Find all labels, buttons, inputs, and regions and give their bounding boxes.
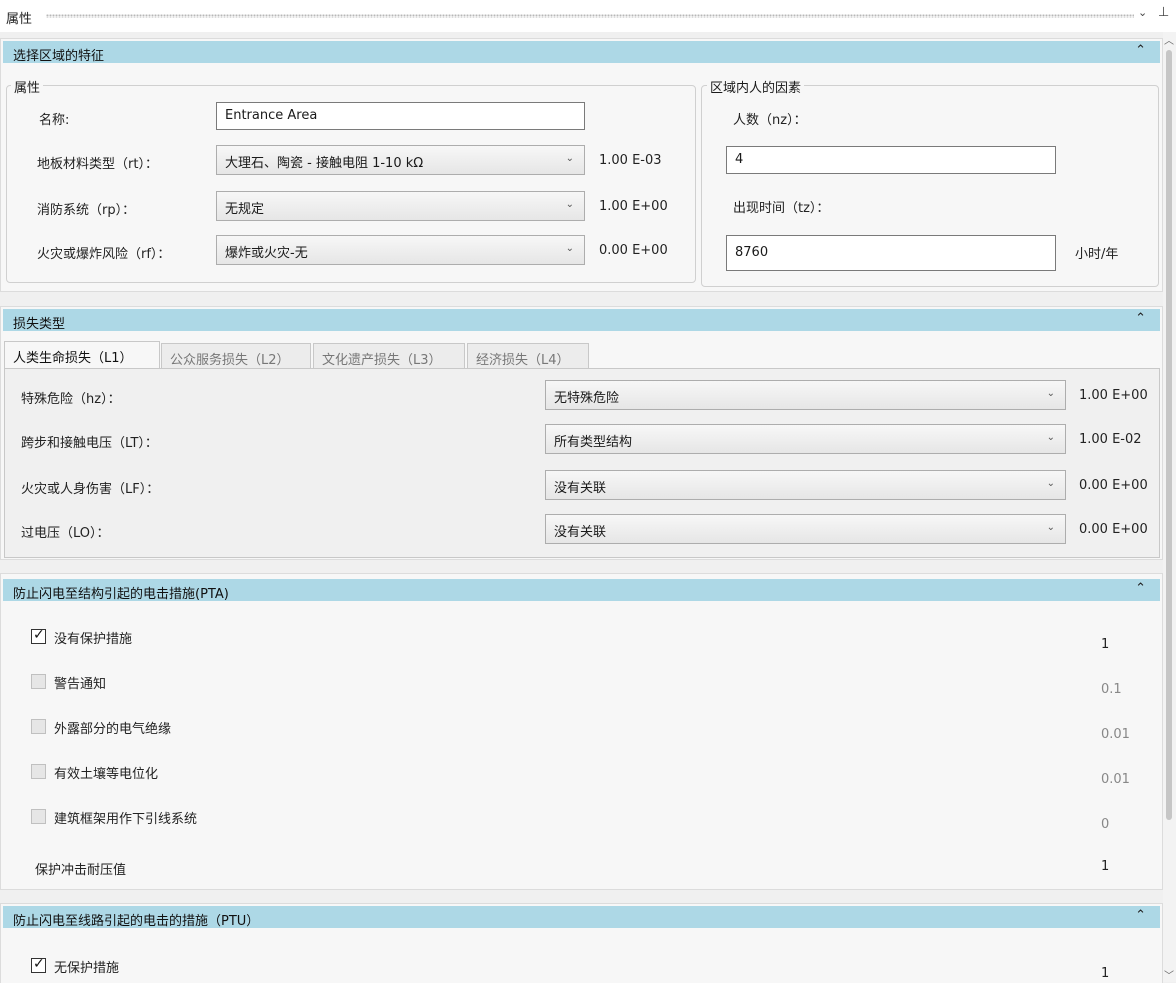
floor-factor: 1.00 E-03 xyxy=(599,153,662,168)
tz-field[interactable]: 8760 xyxy=(726,235,1056,271)
vertical-scrollbar[interactable]: ︿ ﹀ xyxy=(1163,32,1176,982)
chevron-up-icon[interactable]: ⌃ xyxy=(1135,908,1146,923)
chevron-up-icon[interactable]: ⌃ xyxy=(1135,43,1146,58)
nz-field-value: 4 xyxy=(735,152,744,167)
chevron-up-icon[interactable]: ⌃ xyxy=(1135,581,1146,596)
fire-label: 消防系统（rp）： xyxy=(37,203,136,218)
no-protection-label: 没有保护措施 xyxy=(54,632,133,647)
lf-select[interactable]: 没有关联 ⌄ xyxy=(545,470,1066,500)
lt-select-value: 所有类型结构 xyxy=(554,435,633,450)
frame-downconductor-value: 0 xyxy=(1101,817,1110,832)
soil-equipotential-label: 有效土壤等电位化 xyxy=(54,767,159,782)
chevron-down-icon: ⌄ xyxy=(1046,388,1055,399)
lo-select-value: 没有关联 xyxy=(554,525,607,540)
insulation-value: 0.01 xyxy=(1101,727,1130,742)
section-area-characteristics: 选择区域的特征 ⌃ 属性 名称: Entrance Area 地板材料类型（rt… xyxy=(0,38,1163,292)
chevron-down-icon[interactable]: ⌄ xyxy=(1138,6,1147,19)
section-title: 防止闪电至线路引起的电击的措施（PTU） xyxy=(13,914,260,929)
scroll-down-icon[interactable]: ﹀ xyxy=(1164,967,1174,982)
scroll-up-icon[interactable]: ︿ xyxy=(1164,32,1174,47)
pin-icon[interactable]: ⊥ xyxy=(1158,5,1169,20)
chevron-down-icon: ⌄ xyxy=(1046,478,1055,489)
hz-select-value: 无特殊危险 xyxy=(554,391,620,406)
section-loss-types: 损失类型 ⌃ 人类生命损失（L1） 公众服务损失（L2） 文化遗产损失（L3） … xyxy=(0,306,1163,560)
name-field-value: Entrance Area xyxy=(225,108,318,123)
hz-label: 特殊危险（hz）： xyxy=(21,392,121,407)
insulation-checkbox[interactable] xyxy=(31,719,46,734)
section-header[interactable]: 损失类型 ⌃ xyxy=(3,309,1160,332)
chevron-down-icon: ⌄ xyxy=(1046,432,1055,443)
warning-notice-value: 0.1 xyxy=(1101,682,1122,697)
chevron-down-icon: ⌄ xyxy=(565,153,574,164)
section-header[interactable]: 防止闪电至结构引起的电击措施(PTA) ⌃ xyxy=(3,579,1160,602)
tz-unit: 小时/年 xyxy=(1075,247,1119,262)
section-pta: 防止闪电至结构引起的电击措施(PTA) ⌃ 没有保护措施 1 警告通知 0.1 … xyxy=(0,573,1163,890)
soil-equipotential-value: 0.01 xyxy=(1101,772,1130,787)
tz-field-value: 8760 xyxy=(735,245,769,260)
panel-title: 属性 xyxy=(6,12,33,27)
floor-label: 地板材料类型（rt）： xyxy=(37,157,158,172)
tab-l3[interactable]: 文化遗产损失（L3） xyxy=(313,343,465,369)
fire-factor: 1.00 E+00 xyxy=(599,199,668,214)
lf-factor: 0.00 E+00 xyxy=(1079,478,1148,493)
chevron-down-icon: ⌄ xyxy=(565,243,574,254)
section-title: 损失类型 xyxy=(13,317,66,332)
name-field[interactable]: Entrance Area xyxy=(216,102,585,130)
no-protection-value: 1 xyxy=(1101,637,1110,652)
section-ptu: 防止闪电至线路引起的电击的措施（PTU） ⌃ 无保护措施 1 xyxy=(0,903,1163,983)
floor-select[interactable]: 大理石、陶瓷 - 接触电阻 1-10 kΩ ⌄ xyxy=(216,145,585,175)
people-group-label: 区域内人的因素 xyxy=(707,77,805,96)
tab-l1[interactable]: 人类生命损失（L1） xyxy=(4,341,160,369)
scroll-thumb[interactable] xyxy=(1166,50,1172,820)
section-header[interactable]: 防止闪电至线路引起的电击的措施（PTU） ⌃ xyxy=(3,906,1160,929)
warning-notice-checkbox[interactable] xyxy=(31,674,46,689)
properties-group-label: 属性 xyxy=(11,77,44,96)
risk-label: 火灾或爆炸风险（rf）： xyxy=(37,247,171,262)
section-header[interactable]: 选择区域的特征 ⌃ xyxy=(3,41,1160,64)
withstand-value: 1 xyxy=(1101,859,1110,874)
section-title: 防止闪电至结构引起的电击措施(PTA) xyxy=(13,587,229,602)
tz-label: 出现时间（tz）： xyxy=(733,201,830,216)
insulation-label: 外露部分的电气绝缘 xyxy=(54,722,172,737)
soil-equipotential-checkbox[interactable] xyxy=(31,764,46,779)
frame-downconductor-label: 建筑框架用作下引线系统 xyxy=(54,812,198,827)
warning-notice-label: 警告通知 xyxy=(54,677,107,692)
withstand-label: 保护冲击耐压值 xyxy=(35,863,127,878)
lf-label: 火灾或人身伤害（LF）： xyxy=(21,482,160,497)
drag-grip[interactable] xyxy=(46,14,1134,18)
risk-select-value: 爆炸或火灾-无 xyxy=(225,246,308,261)
no-protection-ptu-checkbox[interactable] xyxy=(31,956,46,973)
fire-select-value: 无规定 xyxy=(225,202,265,217)
lt-factor: 1.00 E-02 xyxy=(1079,432,1142,447)
tab-l2[interactable]: 公众服务损失（L2） xyxy=(161,343,311,369)
lo-select[interactable]: 没有关联 ⌄ xyxy=(545,514,1066,544)
risk-select[interactable]: 爆炸或火灾-无 ⌄ xyxy=(216,235,585,265)
lo-label: 过电压（LO）： xyxy=(21,526,110,541)
chevron-down-icon: ⌄ xyxy=(565,199,574,210)
no-protection-checkbox[interactable] xyxy=(31,627,46,644)
lf-select-value: 没有关联 xyxy=(554,481,607,496)
nz-field[interactable]: 4 xyxy=(726,146,1056,174)
no-protection-ptu-label: 无保护措施 xyxy=(54,961,120,976)
hz-select[interactable]: 无特殊危险 ⌄ xyxy=(545,380,1066,410)
fire-system-select[interactable]: 无规定 ⌄ xyxy=(216,191,585,221)
risk-factor: 0.00 E+00 xyxy=(599,243,668,258)
tab-l4[interactable]: 经济损失（L4） xyxy=(467,343,589,369)
frame-downconductor-checkbox[interactable] xyxy=(31,809,46,824)
floor-select-value: 大理石、陶瓷 - 接触电阻 1-10 kΩ xyxy=(225,156,424,171)
chevron-up-icon[interactable]: ⌃ xyxy=(1135,311,1146,326)
chevron-down-icon: ⌄ xyxy=(1046,522,1055,533)
lt-label: 跨步和接触电压（LT）： xyxy=(21,436,158,451)
section-title: 选择区域的特征 xyxy=(13,49,105,64)
hz-factor: 1.00 E+00 xyxy=(1079,388,1148,403)
lt-select[interactable]: 所有类型结构 ⌄ xyxy=(545,424,1066,454)
panel-title-bar: 属性 ⌄ ⊥ xyxy=(0,0,1176,32)
no-protection-ptu-value: 1 xyxy=(1101,966,1110,981)
nz-label: 人数（nz）： xyxy=(733,113,807,128)
name-label: 名称: xyxy=(39,113,70,128)
lo-factor: 0.00 E+00 xyxy=(1079,522,1148,537)
